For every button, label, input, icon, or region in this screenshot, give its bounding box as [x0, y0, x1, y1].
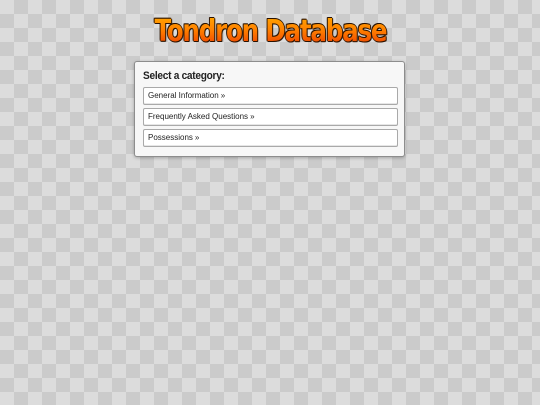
category-link-faq[interactable]: Frequently Asked Questions»: [143, 108, 398, 126]
category-link-possessions[interactable]: Possessions»: [143, 129, 398, 147]
category-panel: Select a category: General Information» …: [134, 61, 405, 157]
header: Tondron Database: [0, 12, 540, 52]
chevron-right-icon: »: [220, 91, 226, 100]
chevron-right-icon: »: [250, 112, 255, 121]
category-label: Frequently Asked Questions: [148, 112, 249, 121]
site-title-logo: Tondron Database: [154, 12, 387, 52]
category-list: General Information» Frequently Asked Qu…: [143, 87, 398, 150]
category-label: Possessions: [148, 133, 193, 142]
chevron-right-icon: »: [194, 133, 200, 142]
category-label: General Information: [148, 91, 219, 100]
category-link-general-information[interactable]: General Information»: [143, 87, 398, 105]
panel-heading: Select a category:: [143, 70, 225, 82]
